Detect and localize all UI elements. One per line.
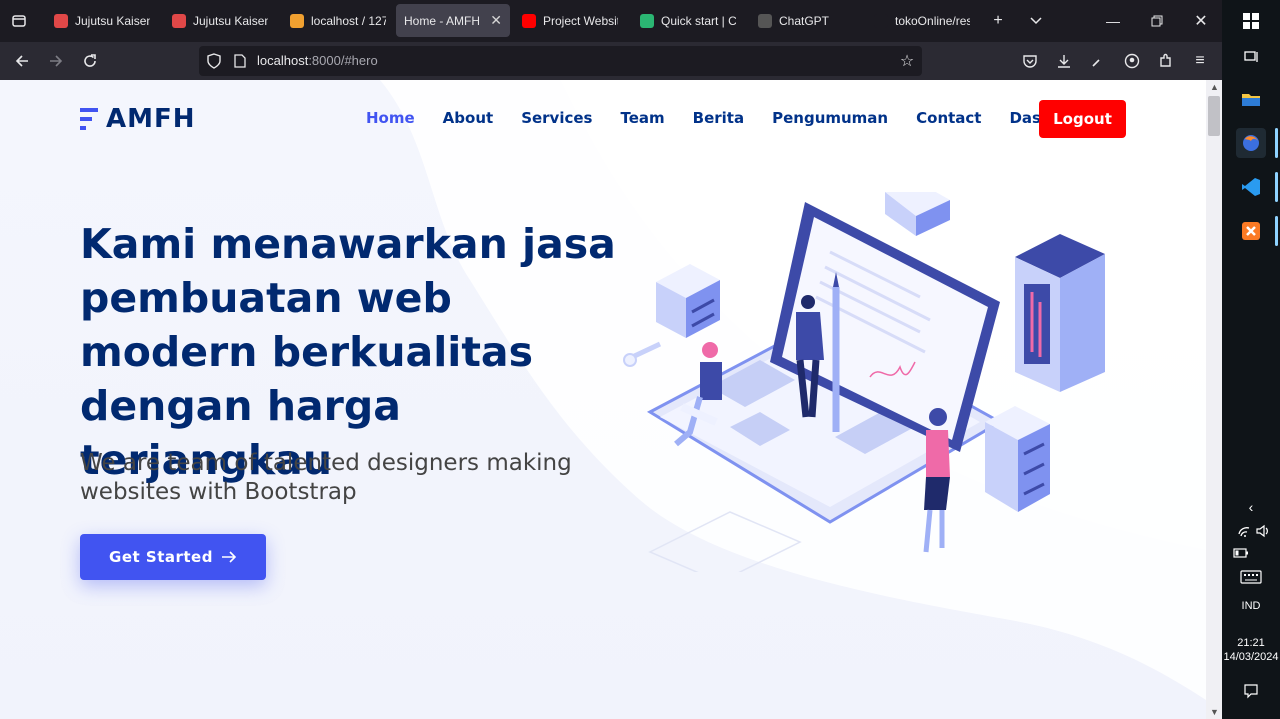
url-host: localhost	[257, 53, 309, 68]
clock-date: 14/03/2024	[1223, 651, 1279, 663]
tab-title: Home - AMFH.in	[404, 13, 480, 28]
youtube-icon	[522, 13, 536, 28]
clock-time: 21:21	[1237, 637, 1265, 649]
reload-icon[interactable]	[75, 46, 105, 76]
nav-item-team[interactable]: Team	[620, 109, 664, 127]
web-page: AMFH Home About Services Team Berita Pengumum…	[0, 80, 1206, 719]
browser-tab-bar: Jujutsu Kaisen M Jujutsu Kaisen C localhos…	[0, 0, 1222, 42]
tab-title: Project Website	[543, 13, 618, 28]
browser-tab[interactable]: tokoOnline/reso	[866, 4, 978, 37]
scroll-up-icon[interactable]: ▲	[1210, 82, 1219, 92]
tab-title: localhost / 127.0	[311, 13, 386, 28]
hero-subtitle: We are team of talented designers making…	[80, 450, 572, 505]
scroll-thumb[interactable]	[1208, 96, 1220, 136]
browser-tab[interactable]: Jujutsu Kaisen C	[164, 4, 276, 37]
browser-tab[interactable]: ChatGPT	[750, 4, 862, 37]
firefox-icon[interactable]	[1236, 128, 1266, 158]
bookmark-star-icon[interactable]: ☆	[892, 46, 922, 76]
windows-start-icon[interactable]	[1236, 6, 1266, 36]
file-explorer-icon[interactable]	[1236, 84, 1266, 114]
page-scrollbar[interactable]: ▲ ▼	[1206, 80, 1222, 719]
firefox-active-indicator	[1275, 128, 1278, 158]
main-nav: Home About Services Team Berita Pengumuman Con…	[366, 109, 1101, 127]
manga-icon	[54, 13, 68, 28]
task-view-icon[interactable]	[1236, 42, 1266, 72]
url-bar[interactable]: localhost:8000/#hero ☆	[199, 46, 922, 76]
url-text[interactable]: localhost:8000/#hero	[257, 53, 378, 68]
input-language[interactable]: IND	[1222, 600, 1280, 612]
browser-tab[interactable]: Home - AMFH.in ✕	[396, 4, 510, 37]
pocket-icon[interactable]	[1015, 46, 1045, 76]
tab-title: Jujutsu Kaisen M	[75, 13, 150, 28]
get-started-label: Get Started	[109, 548, 213, 566]
hamburger-menu-icon[interactable]: ≡	[1185, 46, 1215, 76]
arrow-right-icon	[221, 551, 237, 563]
nav-item-services[interactable]: Services	[521, 109, 592, 127]
nav-item-pengumuman[interactable]: Pengumuman	[772, 109, 888, 127]
tab-overview-icon[interactable]	[4, 6, 34, 36]
tab-title: Quick start | CK	[661, 13, 736, 28]
close-window-button[interactable]: ✕	[1186, 6, 1216, 36]
url-path: :8000/#hero	[308, 53, 378, 68]
logout-button[interactable]: Logout	[1039, 100, 1126, 138]
vscode-active-indicator	[1275, 172, 1278, 202]
vscode-icon[interactable]	[1236, 172, 1266, 202]
extensions-icon[interactable]	[1151, 46, 1181, 76]
account-icon[interactable]	[1117, 46, 1147, 76]
phpmyadmin-icon	[290, 13, 304, 28]
back-icon[interactable]	[7, 46, 37, 76]
hero-illustration	[623, 192, 1105, 572]
browser-tab[interactable]: Project Website	[514, 4, 626, 37]
wrench-icon[interactable]	[1083, 46, 1113, 76]
browser-tab[interactable]: Jujutsu Kaisen M	[46, 4, 158, 37]
site-logo[interactable]: AMFH	[80, 104, 196, 134]
clock[interactable]: 21:21 14/03/2024	[1222, 636, 1280, 664]
browser-tab[interactable]: localhost / 127.0	[282, 4, 394, 37]
browser-tab[interactable]: Quick start | CK	[632, 4, 744, 37]
keyboard-icon[interactable]	[1236, 562, 1266, 592]
minimize-button[interactable]: —	[1098, 6, 1128, 36]
xampp-icon[interactable]	[1236, 216, 1266, 246]
github-icon	[874, 13, 888, 28]
nav-item-about[interactable]: About	[443, 109, 494, 127]
get-started-button[interactable]: Get Started	[80, 534, 266, 580]
new-tab-button[interactable]: +	[983, 6, 1013, 36]
windows-taskbar: ‹ IND 21:21 14/03/2024	[1222, 0, 1280, 719]
tab-title: Jujutsu Kaisen C	[193, 13, 268, 28]
hero-title: Kami menawarkan jasa pembuatan web moder…	[80, 220, 616, 484]
browser-nav-bar: localhost:8000/#hero ☆ ≡	[0, 42, 1222, 80]
nav-item-home[interactable]: Home	[366, 109, 415, 127]
scroll-down-icon[interactable]: ▼	[1210, 707, 1219, 717]
manga-icon	[172, 13, 186, 28]
nav-item-berita[interactable]: Berita	[693, 109, 744, 127]
forward-icon[interactable]	[41, 46, 71, 76]
docs-icon	[640, 13, 654, 28]
chatgpt-icon	[758, 13, 772, 28]
xampp-active-indicator	[1275, 216, 1278, 246]
page-icon[interactable]	[225, 46, 255, 76]
notifications-icon[interactable]	[1236, 676, 1266, 706]
tab-title: ChatGPT	[779, 13, 830, 28]
nav-item-contact[interactable]: Contact	[916, 109, 981, 127]
tab-title: tokoOnline/reso	[895, 13, 970, 28]
close-tab-icon[interactable]: ✕	[490, 12, 502, 29]
restore-button[interactable]	[1142, 6, 1172, 36]
download-icon[interactable]	[1049, 46, 1079, 76]
logo-text: AMFH	[106, 104, 196, 134]
tab-list-chevron-icon[interactable]	[1021, 6, 1051, 36]
logo-mark-icon	[80, 108, 98, 130]
